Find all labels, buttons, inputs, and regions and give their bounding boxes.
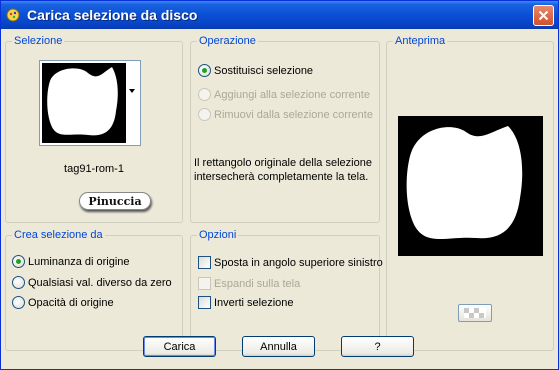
create-from-group-label: Crea selezione da: [12, 229, 105, 242]
radio-button-disabled: [198, 108, 211, 121]
checkbox-label: Inverti selezione: [214, 296, 294, 309]
options-group: Opzioni Sposta in angolo superiore sinis…: [190, 229, 383, 351]
radio-button-checked[interactable]: [12, 255, 25, 268]
checkbox-disabled: [198, 277, 211, 290]
selection-group-label: Selezione: [12, 35, 65, 48]
radio-label: Aggiungi alla selezione corrente: [214, 88, 370, 101]
pinuccia-logo-text: Pinuccia: [88, 194, 142, 208]
checkbox[interactable]: [198, 296, 211, 309]
checkbox-label: Espandi sulla tela: [214, 277, 301, 290]
radio-button-checked[interactable]: [198, 64, 211, 77]
radio-source-opacity[interactable]: Opacità di origine: [12, 296, 114, 309]
radio-label: Luminanza di origine: [28, 255, 130, 268]
checkbox-label: Sposta in angolo superiore sinistro: [214, 256, 383, 269]
checkbox[interactable]: [198, 256, 211, 269]
radio-label: Rimuovi dalla selezione corrente: [214, 108, 373, 121]
zoom-preview-button[interactable]: [458, 304, 492, 322]
window-title: Carica selezione da disco: [27, 7, 198, 23]
checkbox-expand-canvas: Espandi sulla tela: [198, 277, 300, 290]
checkbox-invert-selection[interactable]: Inverti selezione: [198, 296, 294, 309]
radio-label: Opacità di origine: [28, 296, 114, 309]
radio-replace-selection[interactable]: Sostituisci selezione: [198, 64, 313, 77]
cancel-button[interactable]: Annulla: [242, 336, 315, 357]
operation-group: Operazione Sostituisci selezione Aggiung…: [190, 35, 380, 223]
radio-remove-from-selection: Rimuovi dalla selezione corrente: [198, 108, 373, 121]
checkbox-move-top-left[interactable]: Sposta in angolo superiore sinistro: [198, 256, 383, 269]
title-bar[interactable]: Carica selezione da disco: [1, 1, 558, 29]
checker-pattern-icon: [464, 308, 486, 318]
radio-label: Qualsiasi val. diverso da zero: [28, 276, 172, 289]
radio-source-luminance[interactable]: Luminanza di origine: [12, 255, 130, 268]
radio-button-disabled: [198, 88, 211, 101]
radio-any-nonzero[interactable]: Qualsiasi val. diverso da zero: [12, 276, 172, 289]
create-from-group: Crea selezione da Luminanza di origine Q…: [5, 229, 183, 351]
selection-file-name: tag91-rom-1: [64, 163, 124, 175]
close-icon: [538, 10, 549, 21]
app-icon: [5, 7, 21, 23]
options-group-label: Opzioni: [197, 229, 239, 242]
preview-image: [398, 116, 543, 256]
dialog-window: Carica selezione da disco Selezione tag9…: [0, 0, 559, 370]
load-button[interactable]: Carica: [143, 336, 216, 357]
selection-group: Selezione tag91-rom-1 Pinuccia: [5, 35, 183, 223]
radio-button[interactable]: [12, 276, 25, 289]
help-button[interactable]: ?: [341, 336, 414, 357]
radio-button[interactable]: [12, 296, 25, 309]
close-button[interactable]: [533, 5, 554, 26]
preview-group-label: Anteprima: [393, 35, 448, 48]
operation-description: Il rettangolo originale della selezione …: [194, 157, 372, 183]
preview-group: Anteprima: [386, 35, 554, 351]
operation-group-label: Operazione: [197, 35, 258, 48]
selection-thumbnail: [42, 63, 138, 143]
radio-add-to-selection: Aggiungi alla selezione corrente: [198, 88, 370, 101]
pinuccia-logo: Pinuccia: [79, 192, 151, 210]
radio-label: Sostituisci selezione: [214, 64, 314, 77]
selection-thumbnail-dropdown[interactable]: [39, 60, 141, 146]
